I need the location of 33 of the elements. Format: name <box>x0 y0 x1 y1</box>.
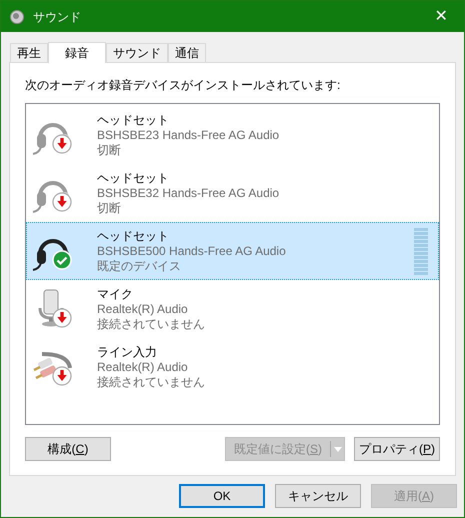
device-status: 切断 <box>97 142 122 158</box>
device-status: 接続されていません <box>97 316 206 332</box>
tab[interactable]: 通信 <box>168 43 206 62</box>
dialog-button[interactable]: OK <box>179 484 265 508</box>
window-title: サウンド <box>33 8 81 26</box>
tab[interactable]: サウンド <box>106 43 168 62</box>
speaker-icon <box>9 8 25 24</box>
device-name: ヘッドセット <box>97 112 170 128</box>
device-row[interactable]: ライン入力 Realtek(R) Audio 接続されていません <box>26 338 439 396</box>
close-button[interactable]: ✕ <box>426 4 456 28</box>
tab[interactable]: 録音 <box>48 42 106 63</box>
device-row[interactable]: ヘッドセット BSHSBE500 Hands-Free AG Audio 既定のデバイス <box>26 222 439 280</box>
device-name: ヘッドセット <box>97 170 170 186</box>
device-driver: BSHSBE500 Hands-Free AG Audio <box>97 244 287 258</box>
device-status: 切断 <box>97 200 122 216</box>
device-row[interactable]: ヘッドセット BSHSBE32 Hands-Free AG Audio 切断 <box>26 164 439 222</box>
device-row[interactable]: マイク Realtek(R) Audio 接続されていません <box>26 280 439 338</box>
intro-text: 次のオーディオ録音デバイスがインストールされています: <box>25 77 342 94</box>
tab[interactable]: 再生 <box>10 43 48 62</box>
device-driver: Realtek(R) Audio <box>97 360 189 374</box>
device-name: ライン入力 <box>97 344 158 360</box>
device-name: ヘッドセット <box>97 228 170 244</box>
device-row[interactable]: ヘッドセット BSHSBE23 Hands-Free AG Audio 切断 <box>26 106 439 164</box>
device-status: 接続されていません <box>97 374 206 390</box>
dialog-button[interactable]: キャンセル <box>275 484 361 508</box>
device-name: マイク <box>97 286 134 302</box>
device-status: 既定のデバイス <box>97 258 182 274</box>
device-driver: Realtek(R) Audio <box>97 302 189 316</box>
device-driver: BSHSBE32 Hands-Free AG Audio <box>97 186 280 200</box>
device-driver: BSHSBE23 Hands-Free AG Audio <box>97 128 280 142</box>
action-button[interactable]: プロパティ(P) <box>354 437 440 461</box>
action-button[interactable]: 構成(C) <box>25 437 111 461</box>
dropdown-caret-icon <box>334 446 342 452</box>
